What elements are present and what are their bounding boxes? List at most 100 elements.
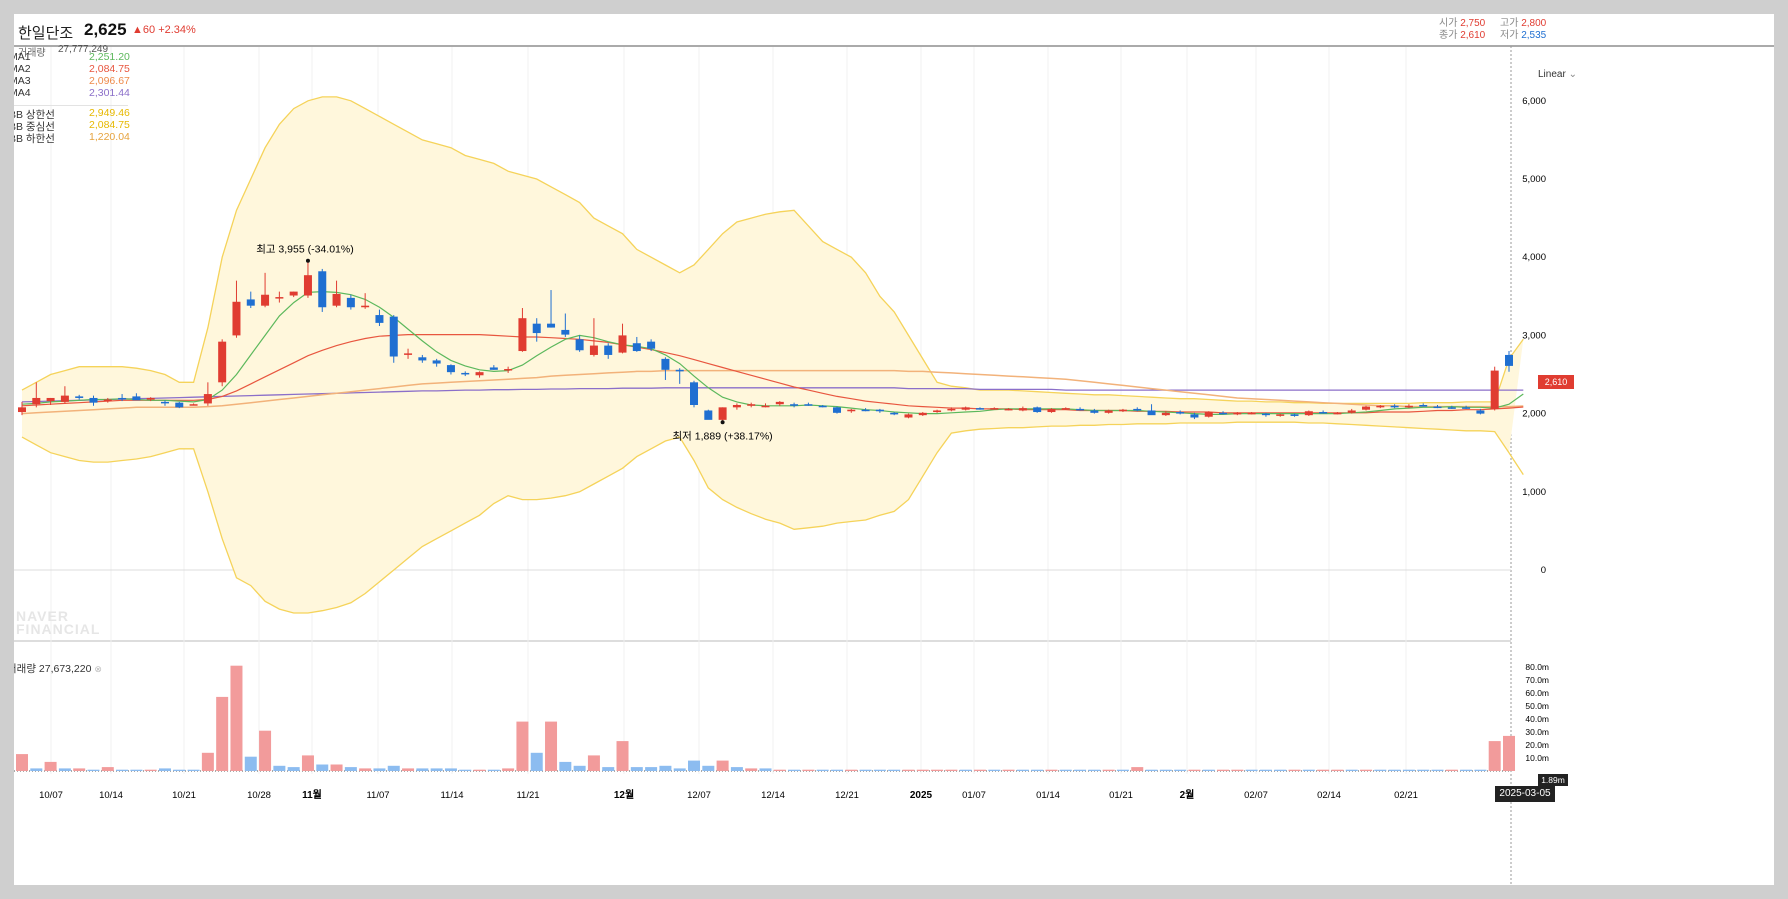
volume-bar xyxy=(1131,767,1144,771)
volume-bar xyxy=(587,755,600,771)
volume-bar xyxy=(802,769,815,771)
candle-body xyxy=(303,275,312,296)
candle-body xyxy=(389,316,398,357)
volume-bar xyxy=(688,760,701,771)
price-axis-tick: 6,000 xyxy=(1522,96,1546,107)
x-axis-label: 10/14 xyxy=(99,790,123,801)
candle-body xyxy=(790,404,799,406)
volume-bar xyxy=(916,769,929,771)
candle-body xyxy=(1133,408,1142,411)
low-annotation: 최저 1,889 (+38.17%) xyxy=(673,430,773,442)
price-axis-tick: 1,000 xyxy=(1522,487,1546,498)
candle-body xyxy=(761,405,770,408)
volume-bar xyxy=(30,768,43,771)
volume-axis-tick: 30.0m xyxy=(1525,727,1549,737)
x-axis-label: 01/07 xyxy=(962,790,986,801)
candle-body xyxy=(890,412,899,415)
candle-body xyxy=(1233,412,1242,415)
volume-bar xyxy=(1016,769,1029,771)
candle-body xyxy=(604,345,613,355)
candle-body xyxy=(18,407,26,413)
volume-bar xyxy=(1031,769,1044,771)
volume-bar xyxy=(1202,769,1215,771)
x-axis-label: 02/21 xyxy=(1394,790,1418,801)
volume-bar xyxy=(873,769,886,771)
candle-body xyxy=(489,367,498,370)
candle-body xyxy=(146,397,155,400)
candle-body xyxy=(32,397,41,405)
candle-body xyxy=(618,335,627,353)
volume-bar xyxy=(616,741,629,771)
volume-axis-tick: 20.0m xyxy=(1525,740,1549,750)
candle-body xyxy=(46,397,55,402)
candle-body xyxy=(175,402,184,408)
volume-bar xyxy=(988,769,1001,771)
volume-bar xyxy=(1188,769,1201,771)
candle-body xyxy=(1419,404,1428,407)
x-axis-label: 11/21 xyxy=(516,790,539,801)
candle-body xyxy=(875,409,884,412)
candle-body xyxy=(475,372,484,376)
price-axis-tick: 4,000 xyxy=(1522,252,1546,263)
candle-body xyxy=(103,399,112,402)
candle-body xyxy=(1304,411,1313,416)
volume-bar xyxy=(830,769,843,771)
candle-body xyxy=(1404,405,1413,408)
candle-body xyxy=(1047,408,1056,413)
volume-bar xyxy=(158,768,171,771)
legend-value: 2,301.44 xyxy=(89,87,130,99)
candle-body xyxy=(1190,414,1199,418)
candle-body xyxy=(504,369,513,371)
candle-body xyxy=(232,301,241,336)
price-axis-tick: 5,000 xyxy=(1522,174,1546,185)
candle-body xyxy=(1462,407,1471,409)
volume-bar xyxy=(187,769,200,771)
volume-bar xyxy=(1474,769,1487,771)
volume-bar xyxy=(73,768,86,771)
volume-bar xyxy=(1245,769,1258,771)
price-chart[interactable]: 최고 3,955 (-34.01%) 최저 1,889 (+38.17%) 6,00… xyxy=(14,14,1774,885)
volume-bar xyxy=(1317,769,1330,771)
close-icon[interactable]: ⊗ xyxy=(94,664,102,674)
volume-bar xyxy=(1431,769,1444,771)
x-axis-label: 10/21 xyxy=(172,790,196,801)
candle-body xyxy=(747,404,756,406)
x-axis-label: 11/14 xyxy=(440,790,463,801)
scale-selector[interactable]: Linear ⌄ xyxy=(1538,69,1577,80)
candle-body xyxy=(547,323,556,328)
candle-body xyxy=(1076,408,1085,411)
x-axis-label: 11/07 xyxy=(366,790,389,801)
x-axis-label: 02/14 xyxy=(1317,790,1341,801)
volume-bar xyxy=(1402,769,1415,771)
candle-body xyxy=(647,341,656,349)
legend-name: MA3 xyxy=(14,75,31,87)
volume-value-tag: 1.89m xyxy=(1538,774,1568,786)
candle-body xyxy=(160,401,169,404)
candle-body xyxy=(704,410,713,420)
volume-bar xyxy=(859,769,872,771)
candle-body xyxy=(1433,406,1442,409)
legend-value: 2,084.75 xyxy=(89,119,130,131)
volume-bar xyxy=(1231,769,1244,771)
legend-name: MA2 xyxy=(14,63,31,75)
volume-bar xyxy=(259,730,272,771)
candle-body xyxy=(1018,408,1027,411)
volume-bar xyxy=(58,768,71,771)
candle-body xyxy=(1390,405,1399,408)
x-axis-label: 2월 xyxy=(1180,789,1195,801)
candle-body xyxy=(818,405,827,408)
volume-panel-label: 거래량 27,673,220 ⊗ xyxy=(14,663,102,675)
volume-bar xyxy=(416,768,429,771)
candle-body xyxy=(532,323,541,334)
high-marker xyxy=(305,258,310,263)
candle-body xyxy=(861,409,870,412)
volume-bar xyxy=(931,769,944,771)
volume-bar xyxy=(130,769,143,771)
candle-body xyxy=(261,294,270,306)
candle-body xyxy=(1376,405,1385,408)
volume-bar xyxy=(287,767,300,771)
legend-value: 2,096.67 xyxy=(89,75,130,87)
volume-bar xyxy=(902,769,915,771)
volume-bar xyxy=(602,767,615,771)
x-axis-label: 01/14 xyxy=(1036,790,1060,801)
